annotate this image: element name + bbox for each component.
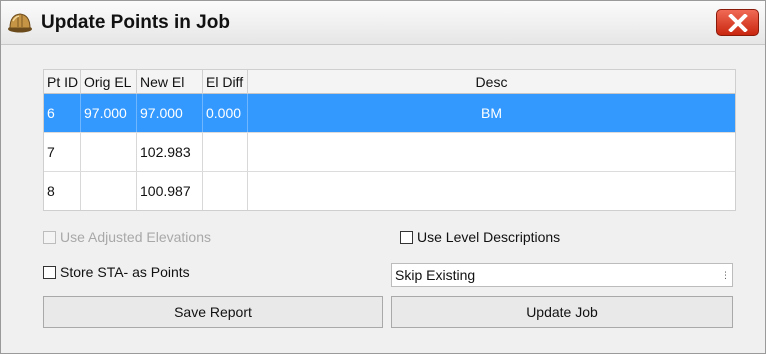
column-header-orig-el[interactable]: Orig EL (81, 70, 137, 94)
cell-orig-el: 97.000 (81, 94, 137, 132)
cell-pt-id: 8 (44, 172, 81, 210)
store-sta-as-points-checkbox[interactable]: Store STA- as Points (43, 264, 190, 280)
cell-new-el: 97.000 (137, 94, 203, 132)
cell-el-diff (203, 172, 248, 210)
use-adjusted-elevations-label: Use Adjusted Elevations (60, 229, 211, 245)
points-grid[interactable]: Pt ID Orig EL New El El Diff Desc 6 97.0… (43, 69, 736, 211)
close-button[interactable] (716, 9, 759, 36)
existing-points-selected: Skip Existing (395, 267, 476, 283)
column-header-desc[interactable]: Desc (248, 70, 735, 94)
checkbox-box[interactable] (400, 230, 413, 244)
existing-points-dropdown[interactable]: Skip Existing ⋮ (391, 263, 733, 287)
cell-desc (248, 133, 735, 171)
title-bar: Update Points in Job (1, 1, 765, 45)
store-sta-as-points-label: Store STA- as Points (60, 264, 190, 280)
table-row[interactable]: 6 97.000 97.000 0.000 BM (44, 94, 735, 133)
cell-el-diff: 0.000 (203, 94, 248, 132)
grid-header: Pt ID Orig EL New El El Diff Desc (44, 70, 735, 94)
column-header-new-el[interactable]: New El (137, 70, 203, 94)
checkbox-box[interactable] (43, 265, 56, 279)
hard-hat-icon (8, 13, 32, 33)
cell-new-el: 102.983 (137, 133, 203, 171)
use-level-descriptions-checkbox[interactable]: Use Level Descriptions (400, 229, 560, 245)
use-level-descriptions-label: Use Level Descriptions (417, 229, 561, 245)
cell-desc (248, 172, 735, 210)
cell-pt-id: 6 (44, 94, 81, 132)
use-adjusted-elevations-checkbox[interactable]: Use Adjusted Elevations (43, 229, 211, 245)
cell-desc: BM (481, 105, 502, 121)
cell-pt-id: 7 (44, 133, 81, 171)
update-points-dialog: Update Points in Job Pt ID Orig EL New E… (0, 0, 766, 354)
checkbox-box[interactable] (43, 230, 56, 244)
table-row[interactable]: 7 102.983 (44, 133, 735, 172)
dropdown-arrow-icon: ⋮ (721, 270, 730, 280)
cell-el-diff (203, 133, 248, 171)
table-row[interactable]: 8 100.987 (44, 172, 735, 210)
cell-orig-el (81, 172, 137, 210)
close-x-icon (727, 13, 748, 32)
save-report-button[interactable]: Save Report (43, 296, 383, 328)
window-title: Update Points in Job (41, 12, 230, 33)
cell-new-el: 100.987 (137, 172, 203, 210)
update-job-button[interactable]: Update Job (391, 296, 733, 328)
cell-orig-el (81, 133, 137, 171)
column-header-el-diff[interactable]: El Diff (203, 70, 248, 94)
column-header-pt-id[interactable]: Pt ID (44, 70, 81, 94)
